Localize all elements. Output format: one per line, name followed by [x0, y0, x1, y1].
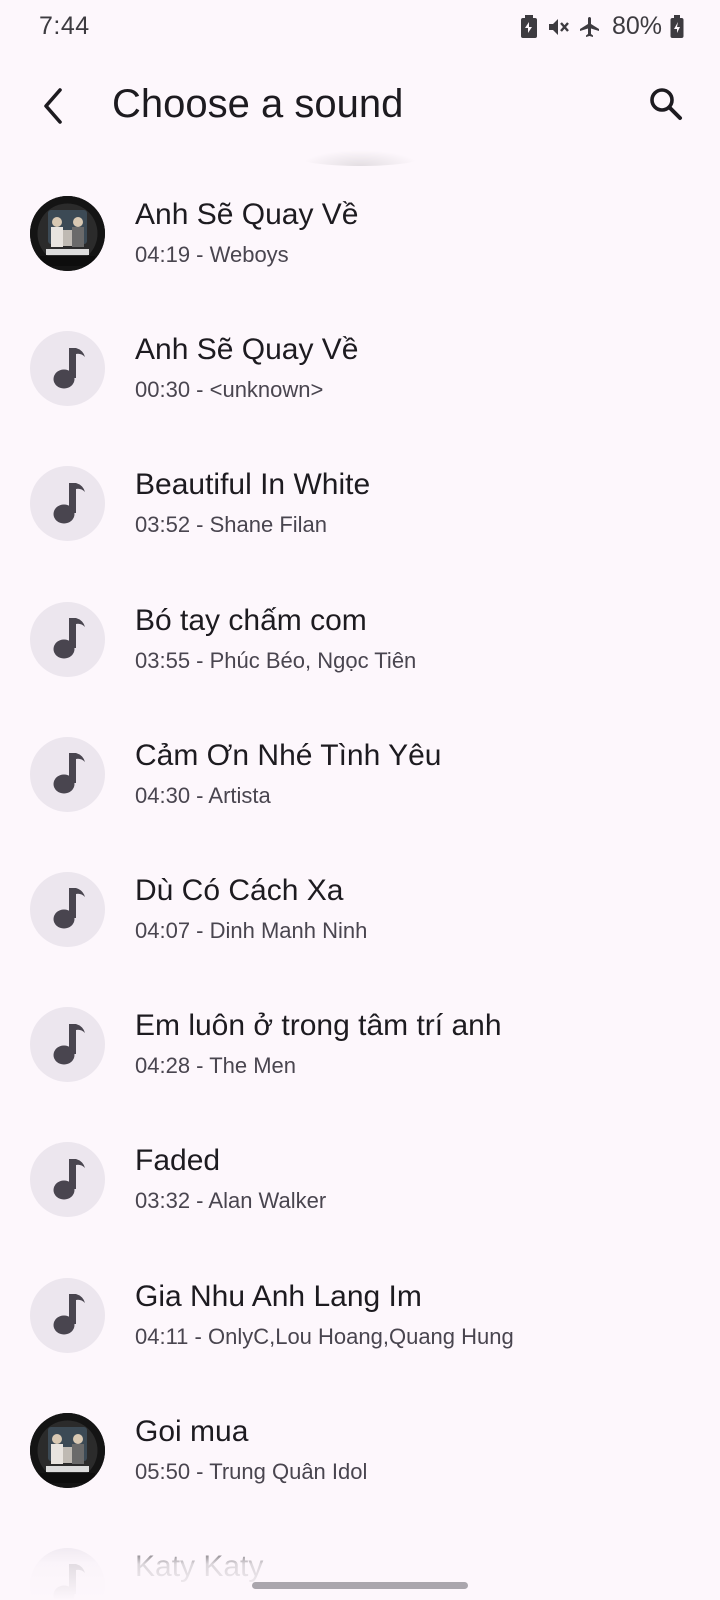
battery-saver-icon	[520, 14, 538, 39]
sound-title: Beautiful In White	[135, 468, 371, 502]
sound-duration-artist: 05:50 - Trung Quân Idol	[135, 1458, 368, 1484]
page-title: Choose a sound	[112, 82, 404, 126]
search-button[interactable]	[640, 78, 692, 130]
nav-bar-background	[0, 1540, 720, 1600]
sound-duration-artist: 03:55 - Phúc Béo, Ngọc Tiên	[135, 647, 417, 673]
sound-list-item[interactable]: Anh Sẽ Quay Về 00:30 - <unknown>	[0, 303, 720, 438]
sound-list-item[interactable]: Beautiful In White 03:52 - Shane Filan	[0, 438, 720, 573]
sound-list-item[interactable]: Faded 03:32 - Alan Walker	[0, 1114, 720, 1249]
sound-duration-artist: 04:30 - Artista	[135, 782, 271, 808]
back-arrow-icon	[44, 88, 62, 124]
music-note-icon	[30, 331, 105, 407]
battery-percent: 80%	[611, 12, 662, 40]
search-icon	[650, 88, 682, 120]
status-icons: 80%	[520, 12, 684, 41]
sound-duration-artist: 00:30 - <unknown>	[135, 377, 324, 403]
sound-title: Gia Nhu Anh Lang Im	[135, 1279, 422, 1313]
sound-title: Dù Có Cách Xa	[135, 873, 344, 907]
sound-list: Anh Sẽ Quay Về 04:19 - Weboys Anh Sẽ Quay…	[0, 168, 720, 1600]
airplane-mode-icon	[578, 15, 602, 39]
gesture-handle[interactable]	[252, 1582, 468, 1589]
sound-list-item[interactable]: Em luôn ở trong tâm trí anh 04:28 - The M…	[0, 979, 720, 1114]
back-button[interactable]	[28, 80, 80, 132]
sound-list-item[interactable]: Bó tay chấm com 03:55 - Phúc Béo, Ngọc Ti…	[0, 574, 720, 709]
music-note-icon	[30, 1007, 105, 1083]
sound-list-item[interactable]: Anh Sẽ Quay Về 04:19 - Weboys	[0, 168, 720, 303]
music-note-icon	[30, 1277, 105, 1353]
sound-title: Anh Sẽ Quay Về	[135, 198, 359, 231]
music-note-icon	[30, 601, 105, 677]
music-note-icon	[30, 1142, 105, 1218]
sound-title: Goi mua	[135, 1414, 249, 1448]
sound-duration-artist: 04:07 - Dinh Manh Ninh	[135, 917, 368, 943]
music-note-icon	[30, 736, 105, 812]
sound-title: Cảm Ơn Nhé Tình Yêu	[135, 738, 442, 772]
screen: 7:44 80% Choose a sound Anh Sẽ Quay Về 0…	[0, 0, 720, 1600]
music-note-icon	[30, 871, 105, 947]
scroll-indicator-shadow	[300, 150, 420, 166]
sound-duration-artist: 04:11 - OnlyC,Lou Hoang,Quang Hung	[135, 1323, 514, 1349]
sound-title: Anh Sẽ Quay Về	[135, 333, 359, 367]
sound-duration-artist: 03:32 - Alan Walker	[135, 1188, 327, 1214]
sound-duration-artist: 03:52 - Shane Filan	[135, 512, 328, 538]
music-note-icon	[30, 466, 105, 542]
sound-list-item[interactable]: Dù Có Cách Xa 04:07 - Dinh Manh Ninh	[0, 844, 720, 979]
sound-duration-artist: 04:28 - The Men	[135, 1053, 297, 1079]
sound-list-item[interactable]: Goi mua 05:50 - Trung Quân Idol	[0, 1385, 720, 1520]
sound-duration-artist: 04:19 - Weboys	[135, 242, 289, 267]
app-bar: Choose a sound	[0, 62, 720, 152]
sound-title: Faded	[135, 1144, 221, 1178]
album-art-image	[30, 1412, 105, 1488]
album-art-image	[30, 196, 105, 271]
vibrate-off-icon	[546, 15, 570, 39]
sound-title: Bó tay chấm com	[135, 603, 367, 637]
sound-list-item[interactable]: Gia Nhu Anh Lang Im 04:11 - OnlyC,Lou Hoa…	[0, 1250, 720, 1385]
status-time: 7:44	[39, 12, 90, 40]
battery-icon	[670, 14, 684, 39]
status-bar: 7:44 80%	[0, 0, 720, 52]
sound-list-item[interactable]: Cảm Ơn Nhé Tình Yêu 04:30 - Artista	[0, 709, 720, 844]
sound-title: Em luôn ở trong tâm trí anh	[135, 1009, 502, 1043]
